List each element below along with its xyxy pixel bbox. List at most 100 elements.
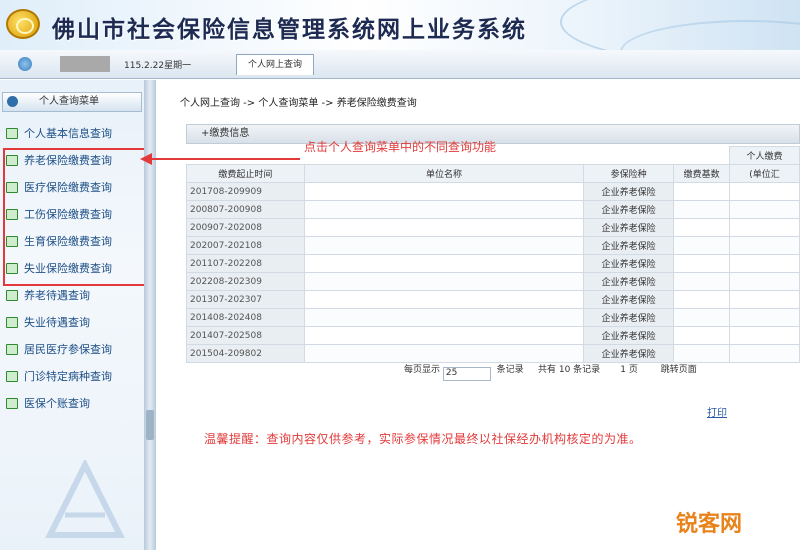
column-header: 缴费起止时间 [186,164,305,183]
page-size-input[interactable]: 25 [442,367,491,381]
table-row: 201307-202307 企业养老保险 [186,290,800,309]
base-cell [673,308,731,327]
base-cell [673,344,731,363]
breadcrumb: 个人网上查询 -> 个人查询菜单 -> 养老保险缴费查询 [180,98,417,109]
unit-name-cell [303,326,585,345]
column-header: 单位名称 [303,164,585,183]
sidebar-item-label: 个人基本信息查询 [24,127,112,140]
insurance-type-cell: 企业养老保险 [583,182,675,201]
period-cell: 200907-202008 [186,218,305,237]
menu-item-icon [6,128,18,139]
unit-name-cell [303,236,585,255]
page-size-label: 每页显示 [404,365,441,375]
annotation-text: 点击个人查询菜单中的不同查询功能 [304,140,497,154]
unit-name-cell [303,290,585,309]
sidebar-item[interactable]: 养老待遇查询 [6,286,142,306]
sidebar-menu-title: 个人查询菜单 [39,96,99,107]
tab-personal-query[interactable]: 个人网上查询 [236,54,314,75]
sidebar-menu-header[interactable]: 个人查询菜单 [2,92,142,112]
personal-payment-cell [729,344,800,363]
social-insurance-logo-icon [6,9,40,39]
pagination: 每页显示 25 条记录 共有 10 条记录 1 页 跳转页面 [404,362,697,381]
column-header: 缴费基数 [673,164,731,183]
total-count: 10 [558,365,571,375]
sidebar-item[interactable]: 门诊特定病种查询 [6,367,142,387]
period-cell: 200807-200908 [186,200,305,219]
insurance-type-cell: 企业养老保险 [583,254,675,273]
personal-payment-cell [729,254,800,273]
unit-name-cell [303,200,585,219]
table-row: 201504-209802 企业养老保险 [186,344,800,363]
insurance-type-cell: 企业养老保险 [583,272,675,291]
total-unit: 条记录 [573,365,601,375]
insurance-type-cell: 企业养老保险 [583,218,675,237]
base-cell [673,326,731,345]
menu-gear-icon [7,96,18,107]
unit-name-cell [303,344,585,363]
period-cell: 201407-202508 [186,326,305,345]
annotation-arrow [150,158,300,160]
column-header: 个人缴费 [729,146,800,165]
unit-name-cell [303,308,585,327]
payment-table: 个人缴费 缴费起止时间 单位名称 参保险种 缴费基数 (单位汇 201708-2… [186,146,800,363]
personal-payment-cell [729,290,800,309]
current-date: 115.2.22星期一 [124,61,192,71]
sidebar-item[interactable]: 个人基本信息查询 [6,124,142,144]
base-cell [673,200,731,219]
personal-payment-cell [729,182,800,201]
sidebar-item-label: 失业待遇查询 [24,316,90,329]
page-unit: 页 [628,365,638,375]
base-cell [673,254,731,273]
personal-payment-cell [729,200,800,219]
base-cell [673,290,731,309]
current-page: 1 [620,365,626,375]
arrow-left-icon [140,153,152,165]
menu-item-icon [6,371,18,382]
menu-item-icon [6,344,18,355]
period-cell: 201107-202208 [186,254,305,273]
insurance-type-cell: 企业养老保险 [583,308,675,327]
table-row: 201407-202508 企业养老保险 [186,326,800,345]
base-cell [673,272,731,291]
notice-text: 温馨提醒：查询内容仅供参考，实际参保情况最终以社保经办机构核定的为准。 [204,432,642,446]
collapse-handle[interactable] [146,410,154,440]
highlight-box [3,148,147,286]
unit-name-cell [303,218,585,237]
unit-name-cell [303,182,585,201]
watermark-text: 锐客网 [676,512,743,537]
period-cell: 202208-202309 [186,272,305,291]
table-row: 200807-200908 企业养老保险 [186,200,800,219]
goto-page-button[interactable]: 跳转页面 [661,365,697,375]
print-button[interactable]: 打印 [707,404,727,419]
home-icon[interactable] [18,57,32,71]
period-cell: 201504-209802 [186,344,305,363]
table-row: 202007-202108 企业养老保险 [186,236,800,255]
menu-item-icon [6,290,18,301]
background-logo-watermark [45,460,125,538]
base-cell [673,182,731,201]
insurance-type-cell: 企业养老保险 [583,200,675,219]
table-row: 201107-202208 企业养老保险 [186,254,800,273]
sidebar-item[interactable]: 医保个账查询 [6,394,142,414]
personal-payment-cell [729,272,800,291]
app-title: 佛山市社会保险信息管理系统网上业务系统 [52,16,527,43]
table-row: 200907-202008 企业养老保险 [186,218,800,237]
insurance-type-cell: 企业养老保险 [583,236,675,255]
sidebar-item[interactable]: 失业待遇查询 [6,313,142,333]
tab-bar: 115.2.22星期一 个人网上查询 [0,50,800,79]
insurance-type-cell: 企业养老保险 [583,326,675,345]
records-label: 条记录 [496,365,524,375]
personal-payment-cell [729,236,800,255]
table-row: 201408-202408 企业养老保险 [186,308,800,327]
sidebar-item-label: 养老待遇查询 [24,289,90,302]
column-header: 参保险种 [583,164,675,183]
tab-placeholder[interactable] [60,56,110,72]
sidebar-item[interactable]: 居民医疗参保查询 [6,340,142,360]
sidebar-item-label: 居民医疗参保查询 [24,343,112,356]
sidebar-item-label: 医保个账查询 [24,397,90,410]
base-cell [673,218,731,237]
total-label: 共有 [537,365,556,375]
personal-payment-cell [729,326,800,345]
sidebar-splitter[interactable] [144,80,156,550]
base-cell [673,236,731,255]
